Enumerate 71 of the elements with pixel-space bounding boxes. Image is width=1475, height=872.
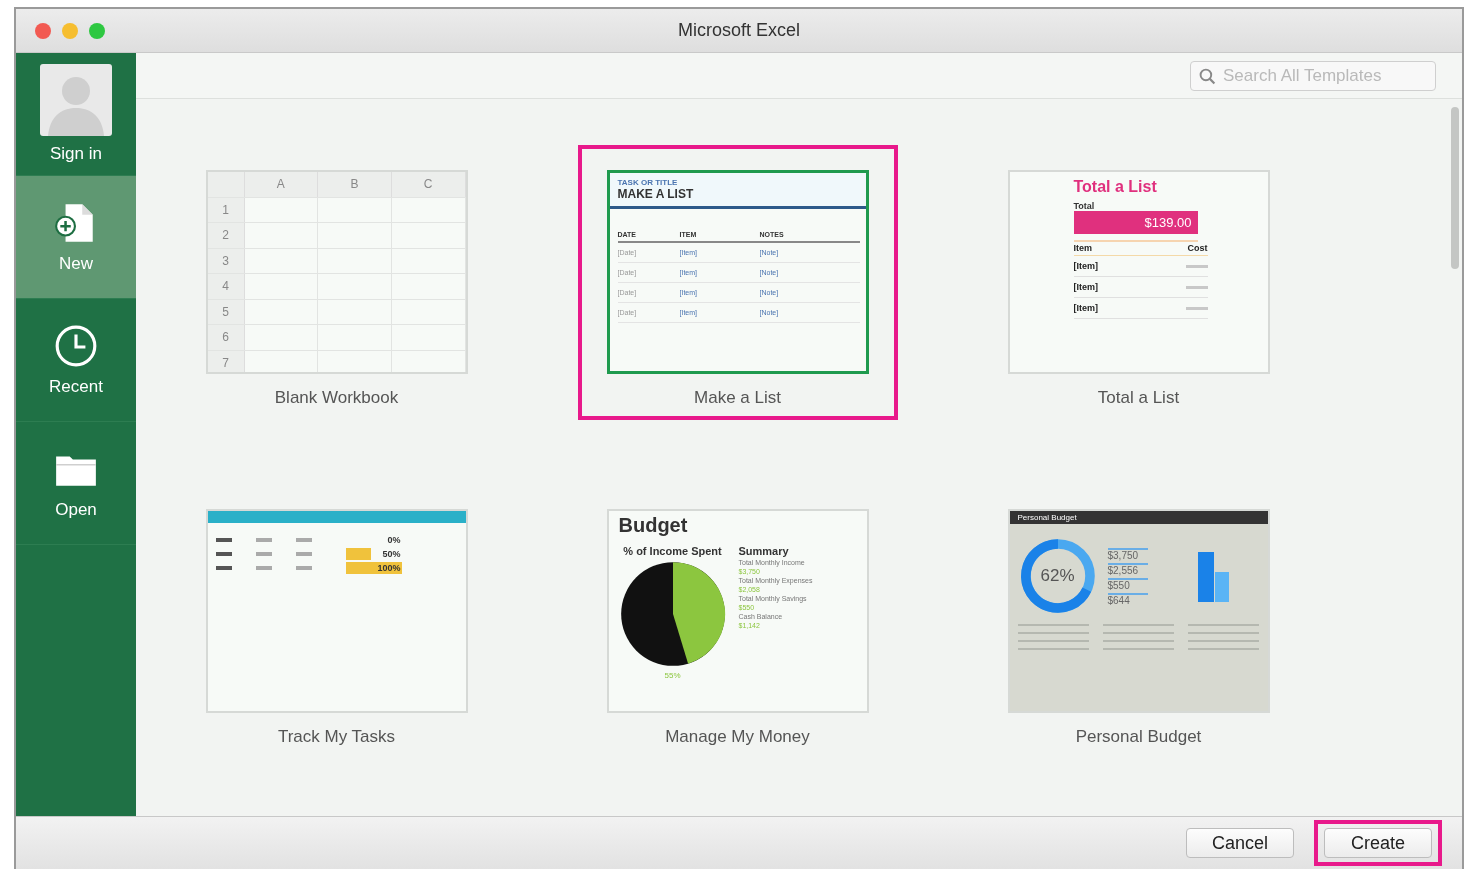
preview-title: Personal Budget (1009, 511, 1268, 524)
percent-label: 50% (382, 548, 401, 560)
preview-title: Budget (618, 514, 689, 537)
table-cell: [Item] (1073, 261, 1098, 271)
progress-fill (345, 548, 371, 560)
row-number: 5 (207, 299, 245, 324)
chart-title: % of Income Spent (623, 545, 722, 557)
percent-label: 55% (664, 671, 681, 680)
scrollbar-thumb[interactable] (1451, 107, 1459, 269)
column-header: Cost (1187, 242, 1208, 253)
template-name: Manage My Money (665, 727, 810, 747)
date-placeholder (295, 538, 312, 542)
template-name: Personal Budget (1075, 727, 1202, 747)
date-placeholder (255, 566, 272, 570)
row-number: 6 (207, 325, 245, 350)
total-label: Total (1073, 201, 1096, 211)
preview-subtitle: TASK OR TITLE (617, 178, 679, 187)
zoom-button[interactable] (89, 22, 105, 39)
percent-label: 62% (1039, 566, 1076, 586)
cost-placeholder (1185, 306, 1208, 310)
sidebar-item[interactable]: Open (16, 422, 136, 545)
template-name: Total a List (1097, 388, 1180, 408)
minimize-button[interactable] (62, 22, 78, 39)
dialog-button[interactable]: Cancel (1186, 828, 1294, 858)
row-number: 3 (207, 248, 245, 273)
search-icon (1199, 67, 1216, 85)
row-number: 2 (207, 223, 245, 248)
table-cell: [Item] (1073, 303, 1098, 313)
template-tile[interactable]: 0% 50% 100% Track My Tasks (176, 484, 497, 759)
column-header: Item (1073, 242, 1092, 253)
date-placeholder (255, 538, 272, 542)
progress-fill (345, 562, 402, 574)
amount-text: $3,750 (1107, 550, 1140, 561)
task-placeholder (215, 538, 232, 542)
cost-placeholder (1185, 285, 1208, 289)
search-field[interactable]: Search All Templates (1190, 60, 1436, 91)
template-name: Make a List (694, 388, 781, 408)
amount-text: $644 (1107, 595, 1131, 606)
dialog-button[interactable]: Create (1324, 828, 1432, 858)
template-name: Blank Workbook (274, 388, 399, 408)
close-button[interactable] (35, 22, 51, 39)
column-header: C (391, 172, 466, 197)
date-placeholder (255, 552, 272, 556)
select-all-corner (207, 172, 245, 197)
row-number: 7 (207, 350, 245, 372)
window-title: Microsoft Excel (678, 20, 800, 41)
sidebar-item[interactable]: Sign in (16, 53, 136, 176)
row-number: 4 (207, 274, 245, 299)
column-header: B (318, 172, 392, 197)
preview-title: MAKE A LIST (617, 187, 695, 201)
percent-label: 0% (387, 534, 401, 546)
template-name: Track My Tasks (277, 727, 396, 747)
summary-title: Summary (738, 545, 790, 557)
template-tile[interactable]: A B C 1 2 3 4 5 6 7 Blank Workbook (176, 145, 497, 420)
sidebar-item[interactable]: Recent (16, 299, 136, 422)
avatar-icon (40, 64, 112, 136)
amount-text: $550 (1107, 580, 1131, 591)
template-tile[interactable]: Total a List Total $139.00 Item Cost [Item] [Item] [Item] Total a List (978, 145, 1299, 420)
template-tile[interactable]: Personal Budget 62% $3,750 $2,556 $550 $644 Personal Budget (978, 484, 1299, 759)
task-placeholder (215, 566, 232, 570)
percent-label: 100% (377, 562, 401, 574)
table-cell: [Item] (1073, 282, 1098, 292)
clock-icon (53, 323, 99, 369)
preview-title: Total a List (1073, 178, 1158, 196)
column-header: A (244, 172, 319, 197)
amount-text: $2,556 (1107, 565, 1140, 576)
date-placeholder (295, 566, 312, 570)
cost-placeholder (1185, 264, 1208, 268)
row-number: 1 (207, 197, 245, 222)
task-placeholder (215, 552, 232, 556)
date-placeholder (295, 552, 312, 556)
